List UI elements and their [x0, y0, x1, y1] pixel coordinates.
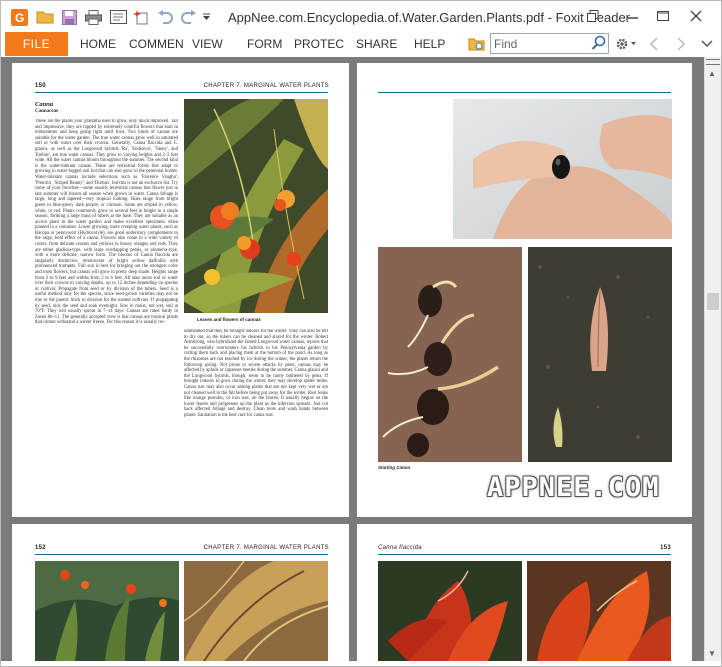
chapter-header: CHAPTER 7. MARGINAL WATER PLANTS — [203, 83, 329, 89]
tab-help[interactable]: HELP — [414, 37, 445, 51]
scroll-up-icon[interactable]: ▲ — [708, 69, 716, 78]
header-rule — [378, 554, 671, 555]
tab-view[interactable]: VIEW — [192, 37, 223, 51]
header-rule — [378, 92, 671, 93]
scan-icon[interactable] — [108, 8, 128, 26]
canna-leaves-photo — [184, 99, 328, 313]
page-152: 152 CHAPTER 7. MARGINAL WATER PLANTS — [12, 524, 349, 661]
text-column-1: These are the plants your grandma used t… — [35, 119, 178, 326]
photo-caption: Leaves and flowers of cannas — [197, 317, 261, 322]
chapter-header: CHAPTER 7. MARGINAL WATER PLANTS — [203, 545, 329, 551]
entry-heading: Canna — [35, 101, 54, 108]
find-box — [490, 33, 609, 54]
red-canna-photo-2 — [527, 561, 671, 661]
page-153: Canna flaccida 153 — [357, 524, 692, 661]
scroll-thumb[interactable] — [707, 293, 719, 310]
sprouting-tubers-photo — [378, 247, 522, 462]
page-number: 150 — [35, 83, 46, 89]
open-folder-icon[interactable] — [35, 8, 55, 26]
svg-text:G: G — [15, 11, 24, 25]
title-bar: G AppNee.com.Encyclopedia.of.Water.Garde… — [1, 1, 721, 32]
back-icon[interactable] — [645, 35, 663, 53]
canna-seed-photo — [453, 99, 672, 239]
canna-clump-photo — [35, 561, 179, 661]
settings-icon[interactable] — [614, 35, 638, 53]
photo-caption: Starting Canna — [378, 465, 411, 470]
folder-icon[interactable] — [467, 35, 485, 53]
entry-header: Canna flaccida — [378, 545, 422, 551]
window-title: AppNee.com.Encyclopedia.of.Water.Garden.… — [228, 10, 630, 25]
foxit-reader-window: G AppNee.com.Encyclopedia.of.Water.Garde… — [0, 0, 722, 667]
watermark: APPNEE.COM — [487, 472, 660, 503]
splitter-handle[interactable] — [706, 59, 720, 65]
ribbon-tab-bar: FILE HOME COMMEN VIEW FORM PROTEC SHARE … — [1, 32, 721, 56]
entry-family: Cannaceae — [35, 109, 59, 114]
scroll-down-icon[interactable]: ▼ — [708, 649, 716, 658]
header-rule — [35, 92, 328, 93]
find-input[interactable] — [494, 35, 589, 52]
save-icon[interactable] — [59, 8, 79, 26]
print-icon[interactable] — [83, 8, 103, 26]
page-150: 150 CHAPTER 7. MARGINAL WATER PLANTS Can… — [12, 63, 349, 517]
tab-comment[interactable]: COMMEN — [129, 37, 184, 51]
forward-icon[interactable] — [672, 35, 690, 53]
new-icon[interactable] — [131, 8, 151, 26]
red-canna-photo-1 — [378, 561, 522, 661]
page-151: Starting Canna APPNEE.COM — [357, 63, 692, 517]
header-rule — [35, 554, 328, 555]
tab-home[interactable]: HOME — [80, 37, 116, 51]
maximize-icon[interactable] — [649, 5, 677, 27]
file-tab[interactable]: FILE — [5, 32, 68, 56]
search-icon[interactable] — [591, 35, 607, 56]
undo-icon[interactable] — [155, 8, 175, 26]
document-view[interactable]: 150 CHAPTER 7. MARGINAL WATER PLANTS Can… — [1, 57, 704, 661]
text-column-2: ommended that they be brought indoors fo… — [184, 329, 328, 418]
customize-dropdown-icon[interactable] — [200, 8, 212, 26]
page-number: 152 — [35, 545, 46, 551]
tab-form[interactable]: FORM — [247, 37, 282, 51]
vertical-scrollbar[interactable]: ▲ ▼ — [704, 57, 721, 661]
redo-icon[interactable] — [179, 8, 199, 26]
app-logo-icon[interactable]: G — [9, 8, 29, 26]
close-icon[interactable] — [682, 5, 710, 27]
page-number: 153 — [660, 545, 671, 551]
tab-protect[interactable]: PROTEC — [294, 37, 344, 51]
restore-icon[interactable] — [579, 5, 607, 27]
tab-share[interactable]: SHARE — [356, 37, 397, 51]
minimize-icon[interactable] — [619, 5, 647, 27]
canna-sprout-photo — [528, 247, 672, 462]
canna-leaf-closeup-photo — [184, 561, 328, 661]
collapse-icon[interactable] — [698, 35, 716, 53]
